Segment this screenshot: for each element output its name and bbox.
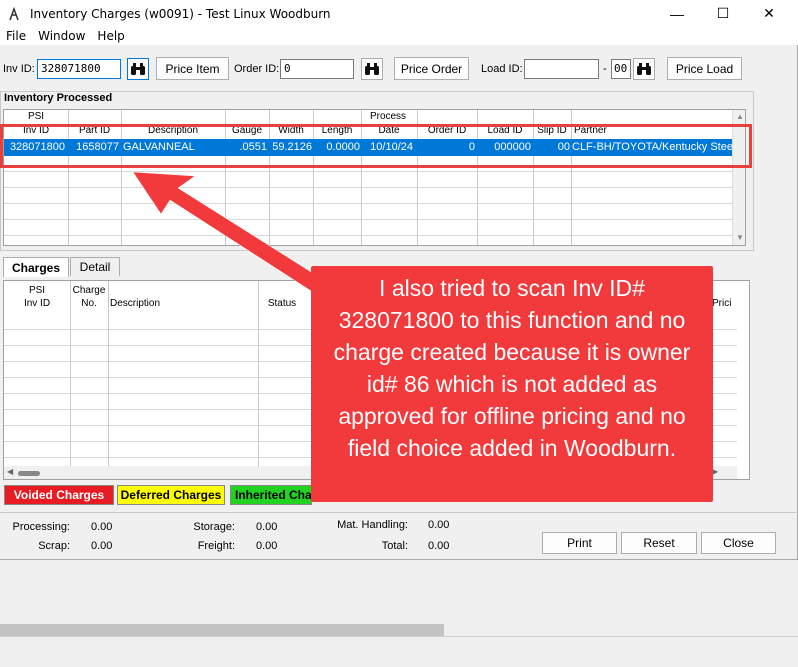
annotation-callout: I also tried to scan Inv ID# 328071800 t… — [311, 266, 713, 502]
